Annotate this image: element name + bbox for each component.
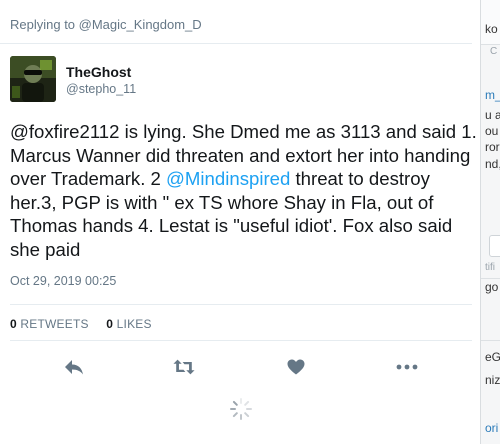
author-name[interactable]: TheGhost [66, 64, 131, 80]
more-icon [396, 364, 418, 370]
retweet-button[interactable] [173, 356, 195, 378]
likes-count: 0 [106, 317, 114, 331]
likes-label: LIKES [116, 317, 152, 331]
retweets-stat[interactable]: 0 RETWEETS [10, 317, 89, 331]
divider [0, 43, 472, 44]
likes-stat[interactable]: 0 LIKES [106, 317, 151, 331]
replying-to-label[interactable]: Replying to @Magic_Kingdom_D [10, 17, 202, 32]
background-text-fragment: eG [485, 350, 500, 364]
background-text-fragment: u a [485, 108, 500, 122]
like-button[interactable] [285, 356, 307, 378]
divider [10, 304, 472, 305]
more-button[interactable] [396, 356, 418, 378]
background-text-fragment: C [490, 46, 498, 57]
avatar[interactable] [10, 56, 56, 102]
retweets-label: RETWEETS [20, 317, 89, 331]
reply-button[interactable] [63, 356, 85, 378]
background-text-fragment: ou [485, 124, 499, 138]
background-text-fragment: m_ [485, 88, 500, 102]
background-text-fragment: niz [485, 373, 500, 387]
mention-link[interactable]: @Mindinspired [166, 168, 290, 189]
background-text-fragment: go [485, 280, 499, 294]
loading-spinner-icon [230, 398, 252, 420]
retweets-count: 0 [10, 317, 17, 331]
background-text-fragment: ko [485, 22, 498, 36]
background-text-fragment: ror [485, 140, 500, 154]
divider [10, 340, 472, 341]
background-text-fragment: nd, [485, 157, 500, 171]
avatar-image [10, 56, 56, 102]
retweet-icon [173, 359, 195, 375]
reply-icon [65, 360, 83, 375]
like-icon [287, 359, 305, 375]
background-text-fragment: ori [485, 421, 499, 435]
tweet-detail-panel: Replying to @Magic_Kingdom_D TheGhost @s… [0, 0, 480, 444]
tweet-stats: 0 RETWEETS 0 LIKES [10, 317, 166, 331]
tweet-timestamp[interactable]: Oct 29, 2019 00:25 [10, 274, 116, 288]
tweet-text: @foxfire2112 is lying. She Dmed me as 31… [10, 120, 480, 261]
background-window: ko C m_ u a ou ror nd, tifi go eG niz or… [480, 0, 500, 444]
divider [481, 44, 500, 45]
background-box [489, 235, 500, 257]
divider [481, 278, 500, 279]
background-text-fragment: tifi [485, 262, 495, 273]
author-handle[interactable]: @stepho_11 [66, 82, 136, 96]
divider [481, 340, 500, 341]
